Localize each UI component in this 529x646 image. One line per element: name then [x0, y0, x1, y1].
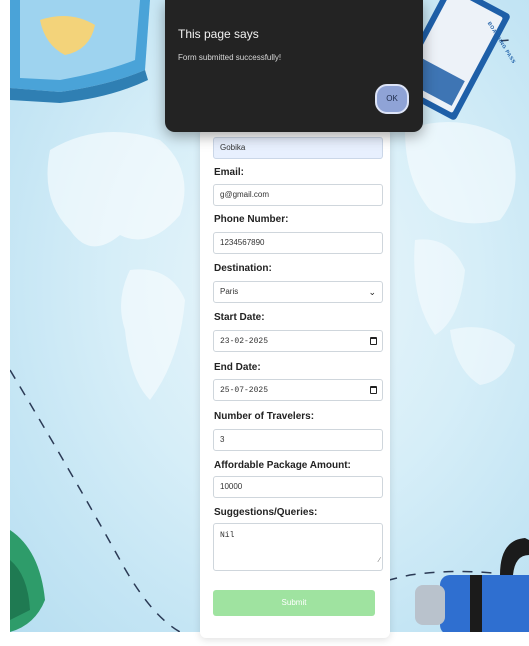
destination-select[interactable]: Paris ⌄	[213, 281, 383, 303]
resize-handle-icon[interactable]: ∕	[379, 553, 380, 569]
start-date-value: 23-02-2025	[220, 337, 269, 346]
travelers-label: Number of Travelers:	[214, 411, 315, 422]
chevron-down-icon: ⌄	[368, 287, 376, 297]
email-label: Email:	[214, 167, 245, 178]
destination-label: Destination:	[214, 263, 272, 274]
end-date-input[interactable]: 25-07-2025	[213, 379, 383, 401]
end-date-value: 25-07-2025	[220, 386, 269, 395]
start-date-input[interactable]: 23-02-2025	[213, 330, 383, 352]
suggestions-value: Nil	[220, 531, 235, 540]
end-date-label: End Date:	[214, 362, 261, 373]
calendar-icon[interactable]	[370, 337, 377, 345]
dialog-title: This page says	[178, 27, 259, 41]
suggestions-label: Suggestions/Queries:	[214, 507, 318, 518]
start-date-label: Start Date:	[214, 312, 265, 323]
amount-input[interactable]: 10000	[213, 476, 383, 498]
dialog-message: Form submitted successfully!	[178, 53, 282, 62]
phone-label: Phone Number:	[214, 214, 289, 225]
ok-button[interactable]: OK	[375, 84, 409, 114]
suggestions-textarea[interactable]: Nil ∕	[213, 523, 383, 571]
email-input[interactable]: g@gmail.com	[213, 184, 383, 206]
alert-dialog: This page says Form submitted successful…	[165, 0, 423, 132]
phone-input[interactable]: 1234567890	[213, 232, 383, 254]
travelers-input[interactable]: 3	[213, 429, 383, 451]
calendar-icon[interactable]	[370, 386, 377, 394]
amount-label: Affordable Package Amount:	[214, 460, 351, 471]
destination-value: Paris	[220, 287, 239, 296]
submit-button[interactable]: Submit	[213, 590, 375, 616]
name-input[interactable]: Gobika	[213, 137, 383, 159]
